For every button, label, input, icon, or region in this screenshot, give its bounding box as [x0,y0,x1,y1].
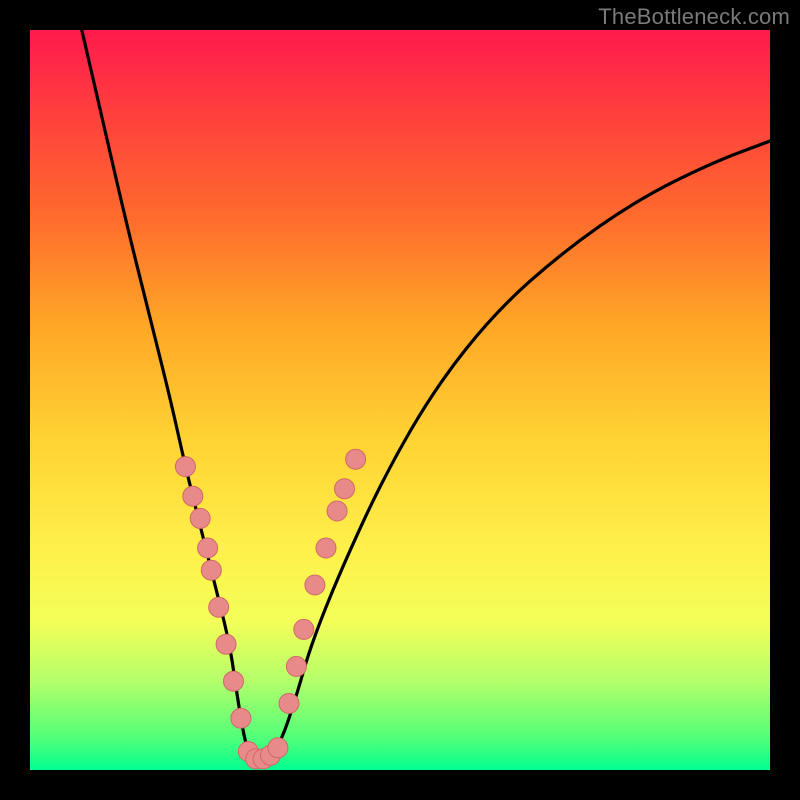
data-point [198,538,218,558]
data-point [201,560,221,580]
data-point [327,501,347,521]
data-point [335,479,355,499]
data-point [268,738,288,758]
data-point [183,486,203,506]
data-point [209,597,229,617]
data-point [216,634,236,654]
curve-layer [30,30,770,770]
data-point [175,457,195,477]
data-point [286,656,306,676]
chart-frame: TheBottleneck.com [0,0,800,800]
data-point [346,449,366,469]
data-point [231,708,251,728]
data-point [316,538,336,558]
watermark-text: TheBottleneck.com [598,4,790,30]
data-point [279,693,299,713]
plot-area [30,30,770,770]
data-point [305,575,325,595]
dot-layer [175,449,365,769]
bottleneck-curve [82,30,770,763]
data-point [294,619,314,639]
data-point [224,671,244,691]
data-point [190,508,210,528]
